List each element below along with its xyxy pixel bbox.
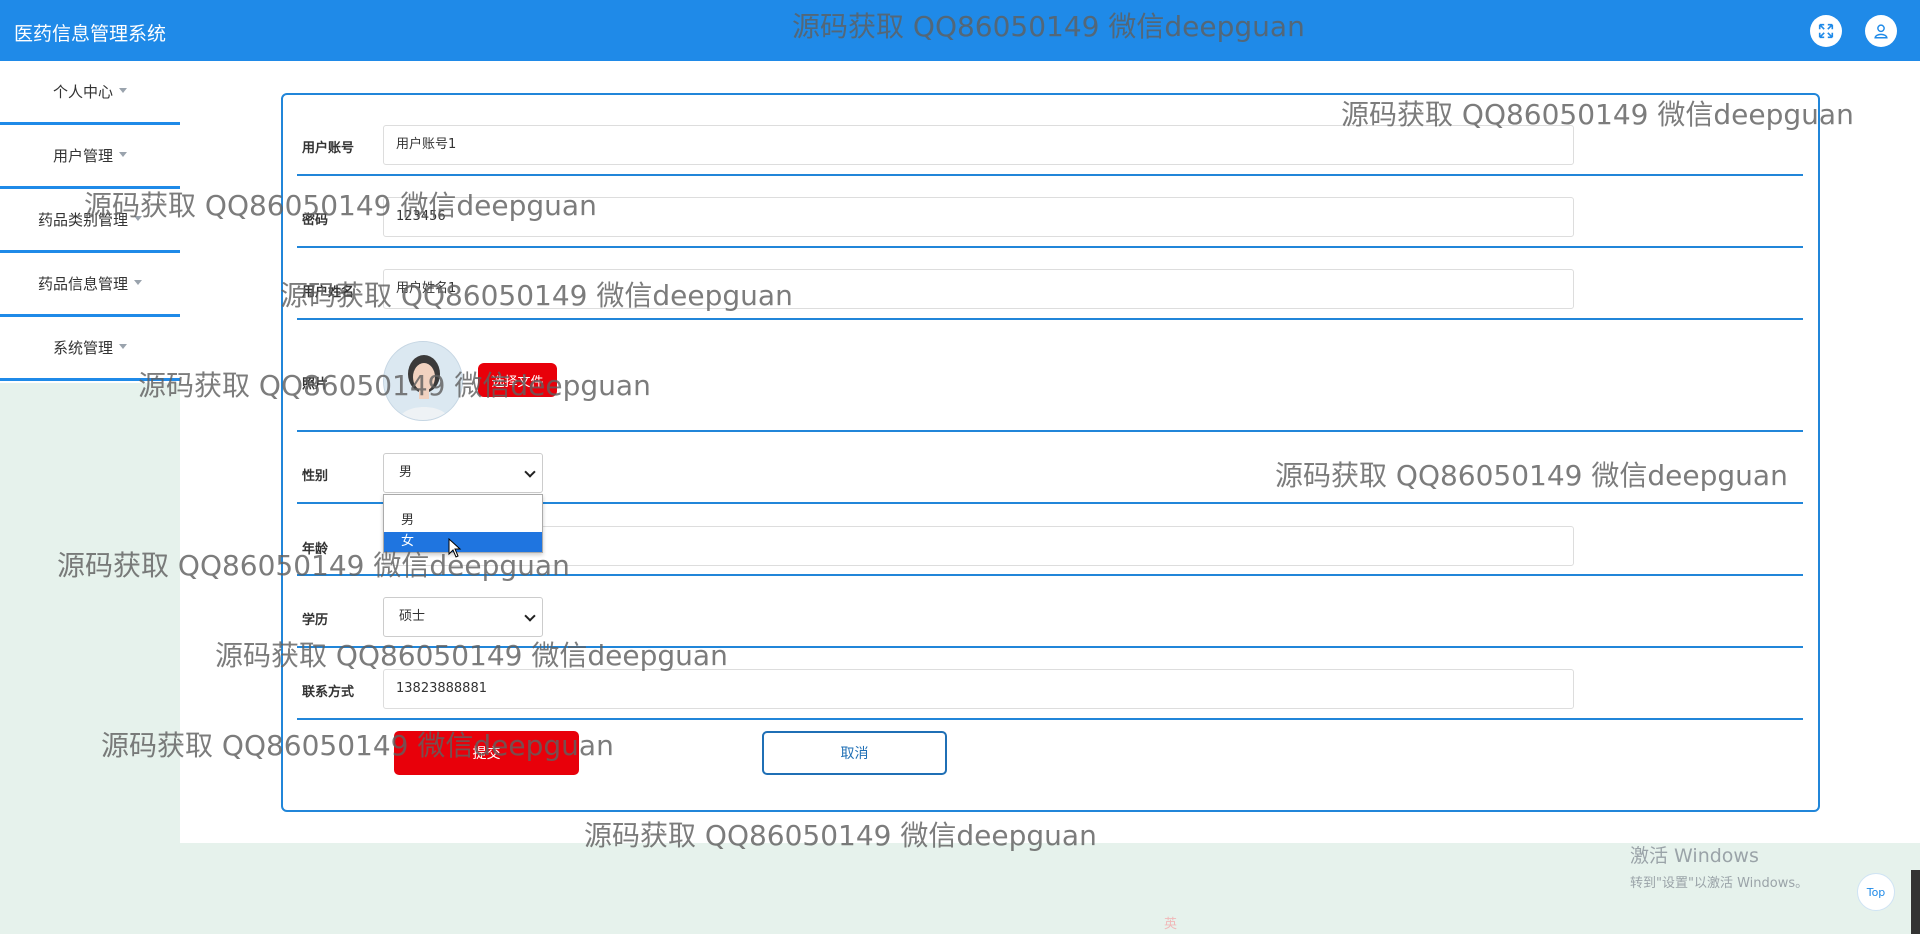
windows-activation-notice: 激活 Windows 转到"设置"以激活 Windows。 <box>1630 841 1808 891</box>
sidebar-item-label: 个人中心 <box>52 83 113 101</box>
gender-label: 性别 <box>302 469 329 484</box>
education-selected-value: 硕士 <box>399 609 426 624</box>
row-divider <box>297 318 1803 320</box>
sidebar-item-drug-info[interactable]: 药品信息管理 <box>0 253 180 317</box>
watermark-text: 源码获取 QQ86050149 微信deepguan <box>57 549 570 582</box>
watermark-text: 源码获取 QQ86050149 微信deepguan <box>792 10 1305 43</box>
watermark-text: 源码获取 QQ86050149 微信deepguan <box>584 819 1097 852</box>
caret-down-icon <box>119 344 127 349</box>
sidebar-item-label: 药品信息管理 <box>37 275 128 293</box>
sidebar-item-label: 系统管理 <box>52 339 113 357</box>
ime-language-label: 英 <box>1164 917 1178 932</box>
row-divider <box>297 718 1803 720</box>
caret-down-icon <box>119 88 127 93</box>
watermark-text: 源码获取 QQ86050149 微信deepguan <box>215 639 728 672</box>
watermark-text: 源码获取 QQ86050149 微信deepguan <box>280 279 793 312</box>
sidebar-item-label: 用户管理 <box>52 147 113 165</box>
caret-down-icon <box>119 152 127 157</box>
activation-title: 激活 Windows <box>1630 845 1759 867</box>
app-title: 医药信息管理系统 <box>14 23 167 45</box>
cancel-button[interactable]: 取消 <box>762 731 947 775</box>
row-divider <box>297 174 1803 176</box>
contact-label: 联系方式 <box>302 685 355 700</box>
fullscreen-button[interactable] <box>1810 15 1842 47</box>
row-divider <box>297 430 1803 432</box>
education-select[interactable]: 硕士 <box>383 597 543 637</box>
sidebar-item-user-management[interactable]: 用户管理 <box>0 125 180 189</box>
watermark-text: 源码获取 QQ86050149 微信deepguan <box>1341 98 1854 131</box>
user-profile-button[interactable] <box>1865 15 1897 47</box>
gender-select[interactable]: 男 <box>383 453 543 493</box>
window-edge-strip <box>1911 870 1920 934</box>
watermark-text: 源码获取 QQ86050149 微信deepguan <box>1275 459 1788 492</box>
watermark-text: 源码获取 QQ86050149 微信deepguan <box>138 369 651 402</box>
account-label: 用户账号 <box>302 141 355 156</box>
gender-selected-value: 男 <box>399 465 413 480</box>
ime-toolbar: 英 <box>1164 913 1374 933</box>
fullscreen-icon <box>1818 23 1834 39</box>
chevron-down-icon <box>524 466 536 478</box>
watermark-text: 源码获取 QQ86050149 微信deepguan <box>84 189 597 222</box>
activation-subtitle: 转到"设置"以激活 Windows。 <box>1630 876 1809 891</box>
user-icon <box>1874 24 1888 39</box>
contact-input[interactable]: 13823888881 <box>383 669 1574 709</box>
caret-down-icon <box>134 280 142 285</box>
row-divider <box>297 246 1803 248</box>
chevron-down-icon <box>524 610 536 622</box>
back-to-top-button[interactable]: Top <box>1857 873 1895 911</box>
gender-option-male[interactable]: 男 <box>384 511 542 531</box>
education-label: 学历 <box>302 613 329 628</box>
watermark-text: 源码获取 QQ86050149 微信deepguan <box>101 729 614 762</box>
sidebar-item-personal-center[interactable]: 个人中心 <box>0 61 180 125</box>
